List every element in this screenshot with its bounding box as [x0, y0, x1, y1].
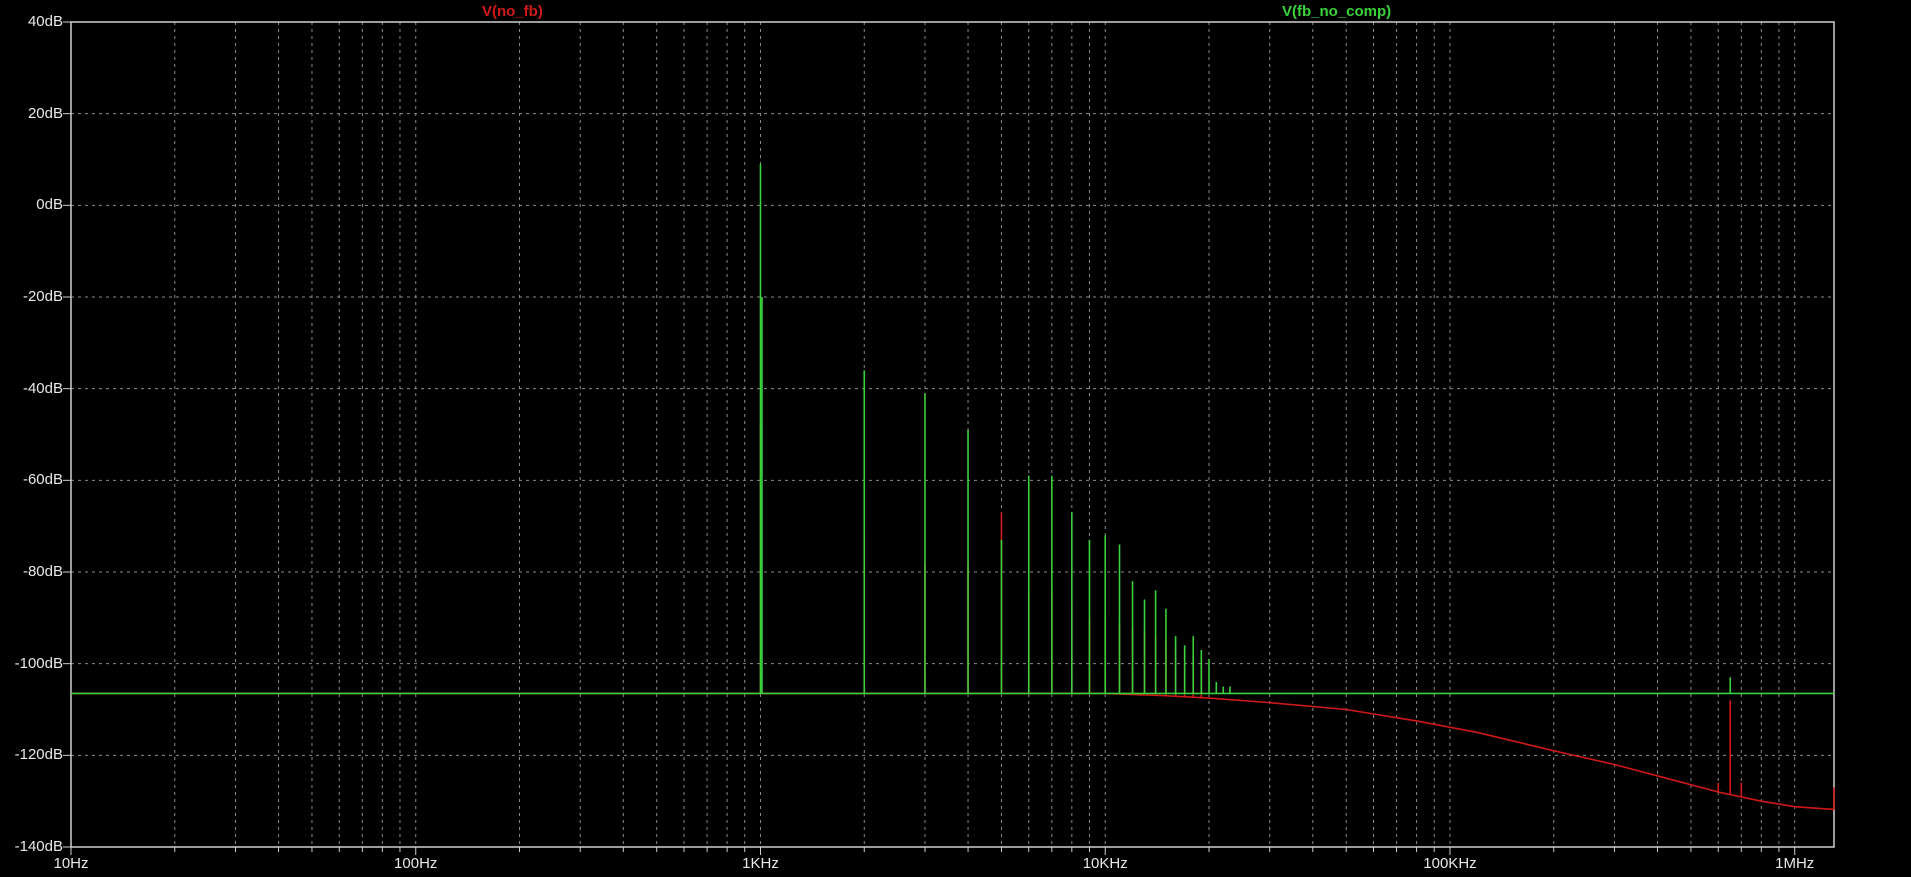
y-tick-label: 20dB: [27, 104, 63, 122]
x-tick-label: 1KHz: [742, 855, 779, 872]
trace-v-no-fb: [71, 425, 1835, 811]
x-tick-label: 100KHz: [1423, 855, 1477, 872]
y-tick-label: -100dB: [14, 654, 63, 672]
traces: [71, 164, 1835, 811]
axis-ticks: [63, 21, 1796, 855]
legend-entry[interactable]: V(no_fb): [482, 3, 543, 20]
legend-entry[interactable]: V(fb_no_comp): [1282, 3, 1391, 20]
x-tick-label: 100Hz: [394, 855, 438, 872]
y-tick-label: 0dB: [36, 196, 63, 214]
trace-line: [71, 692, 1835, 811]
y-tick-label: -140dB: [14, 838, 63, 855]
plot-frame: [70, 21, 1835, 848]
x-tick-label: 10Hz: [53, 855, 89, 872]
y-tick-label: -20dB: [22, 288, 63, 305]
plot-area[interactable]: [0, 0, 1911, 877]
y-tick-label: -40dB: [22, 379, 63, 397]
y-tick-label: -80dB: [22, 563, 63, 580]
y-tick-label: 40dB: [27, 13, 63, 30]
x-tick-label: 10KHz: [1082, 855, 1128, 872]
y-tick-label: -120dB: [14, 746, 63, 764]
x-tick-label: 1MHz: [1775, 855, 1815, 872]
y-tick-label: -60dB: [22, 471, 63, 489]
trace-v-fb-no-comp: [71, 164, 1834, 695]
grid-lines: [70, 21, 1834, 848]
